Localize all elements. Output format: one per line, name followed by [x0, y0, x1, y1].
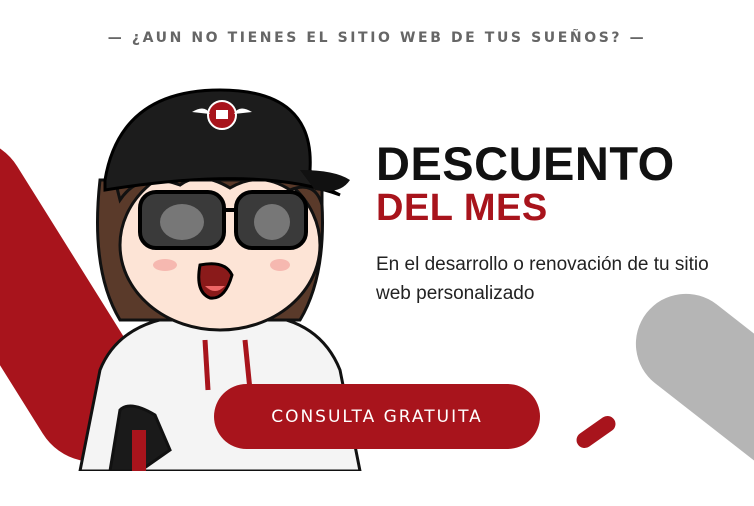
promo-kicker: — ¿AUN NO TIENES EL SITIO WEB DE TUS SUE…	[107, 30, 647, 46]
grey-decor-stripe	[615, 273, 754, 506]
headline-title: DESCUENTO	[376, 137, 675, 190]
headline-subtitle: DEL MES	[376, 187, 548, 229]
mascot-sunglasses	[138, 190, 308, 250]
consulta-gratuita-button[interactable]: CONSULTA GRATUITA	[214, 384, 540, 449]
promo-description: En el desarrollo o renovación de tu siti…	[376, 254, 709, 304]
red-decor-pill	[573, 412, 619, 452]
